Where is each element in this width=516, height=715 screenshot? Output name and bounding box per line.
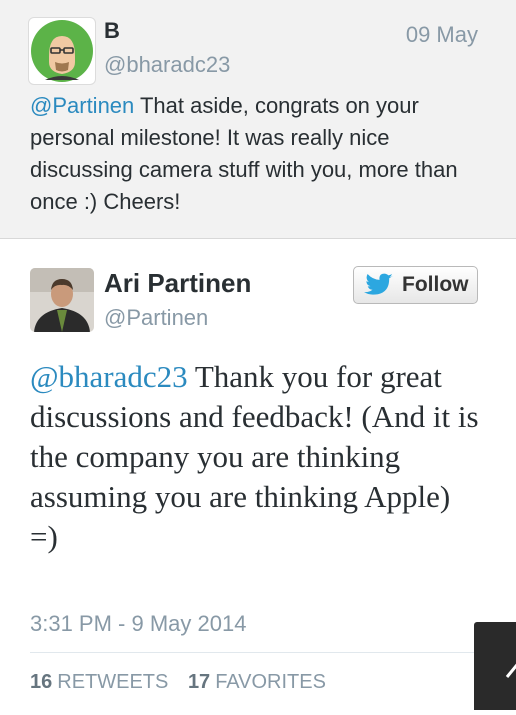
avatar[interactable] xyxy=(30,268,94,332)
favorites-count: 17 xyxy=(187,671,211,693)
mention-link[interactable]: @bharadc23 xyxy=(30,359,188,394)
tweet-stats: 16 RETWEETS 17 FAVORITES xyxy=(30,671,326,694)
divider xyxy=(30,652,516,653)
author-name[interactable]: B xyxy=(104,18,120,44)
avatar[interactable] xyxy=(28,17,96,85)
tweet-text: @Partinen That aside, congrats on your p… xyxy=(30,90,470,218)
chevron-up-icon xyxy=(505,663,516,678)
tweet-date: 09 May xyxy=(405,22,478,47)
tweet-timestamp[interactable]: 3:31 PM - 9 May 2014 xyxy=(30,611,246,637)
tweet-text: @bharadc23 Thank you for great discussio… xyxy=(30,357,480,557)
author-name[interactable]: Ari Partinen xyxy=(104,268,251,299)
retweets-label: RETWEETS xyxy=(57,671,169,693)
retweets-stat[interactable]: 16 RETWEETS xyxy=(30,671,182,693)
avatar-illustration-icon xyxy=(31,20,93,82)
retweets-count: 16 xyxy=(30,671,53,693)
mention-link[interactable]: @Partinen xyxy=(30,93,134,118)
follow-button[interactable]: Follow xyxy=(353,266,478,304)
author-handle[interactable]: @Partinen xyxy=(104,305,208,331)
follow-label: Follow xyxy=(402,273,469,296)
reply-tweet[interactable]: B @bharadc23 09 May @Partinen That aside… xyxy=(0,0,516,239)
main-tweet: Ari Partinen @Partinen Follow @bharadc23… xyxy=(0,239,516,710)
favorites-label: FAVORITES xyxy=(215,671,326,693)
profile-photo-icon xyxy=(30,268,94,332)
favorites-stat[interactable]: 17 FAVORITES xyxy=(188,671,326,693)
twitter-bird-icon xyxy=(364,273,393,295)
author-handle[interactable]: @bharadc23 xyxy=(104,52,230,78)
scroll-to-top-button[interactable] xyxy=(474,622,516,710)
